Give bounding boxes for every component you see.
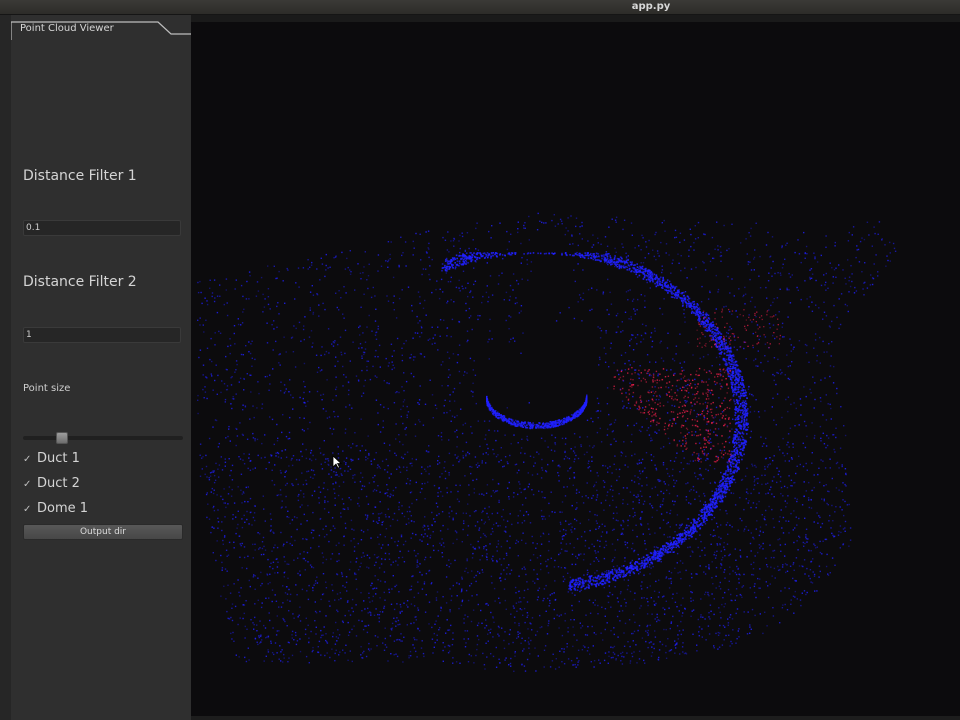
- distance-filter-2-label: Distance Filter 2: [23, 274, 137, 290]
- check-icon: ✓: [23, 504, 32, 515]
- mouse-pointer-icon: [332, 455, 342, 469]
- point-size-label: Point size: [23, 383, 71, 394]
- duct-1-checkbox[interactable]: ✓ Duct 1: [23, 450, 80, 468]
- duct-2-checkbox[interactable]: ✓ Duct 2: [23, 475, 80, 493]
- slider-thumb[interactable]: [56, 432, 68, 444]
- window-left-edge: [0, 15, 11, 720]
- distance-filter-2-input[interactable]: 1: [23, 327, 181, 343]
- dome-1-checkbox[interactable]: ✓ Dome 1: [23, 500, 88, 518]
- dome-1-label: Dome 1: [37, 501, 89, 516]
- point-cloud-render[interactable]: [191, 22, 960, 716]
- tab-label: Point Cloud Viewer: [20, 23, 114, 34]
- point-cloud-viewport[interactable]: [191, 22, 960, 716]
- duct-2-label: Duct 2: [37, 476, 80, 491]
- check-icon: ✓: [23, 454, 32, 465]
- slider-track[interactable]: [23, 436, 183, 440]
- window-titlebar[interactable]: app.py: [0, 0, 960, 15]
- distance-filter-1-input[interactable]: 0.1: [23, 220, 181, 236]
- distance-filter-1-label: Distance Filter 1: [23, 168, 137, 184]
- window-bottom-edge: [191, 716, 960, 720]
- duct-1-label: Duct 1: [37, 451, 80, 466]
- check-icon: ✓: [23, 479, 32, 490]
- control-panel: Point Cloud Viewer Distance Filter 1 0.1…: [11, 15, 191, 720]
- window-title: app.py: [631, 1, 671, 12]
- output-dir-button[interactable]: Output dir: [23, 524, 183, 540]
- tab-point-cloud-viewer[interactable]: Point Cloud Viewer: [11, 15, 191, 40]
- point-size-slider[interactable]: [23, 432, 183, 444]
